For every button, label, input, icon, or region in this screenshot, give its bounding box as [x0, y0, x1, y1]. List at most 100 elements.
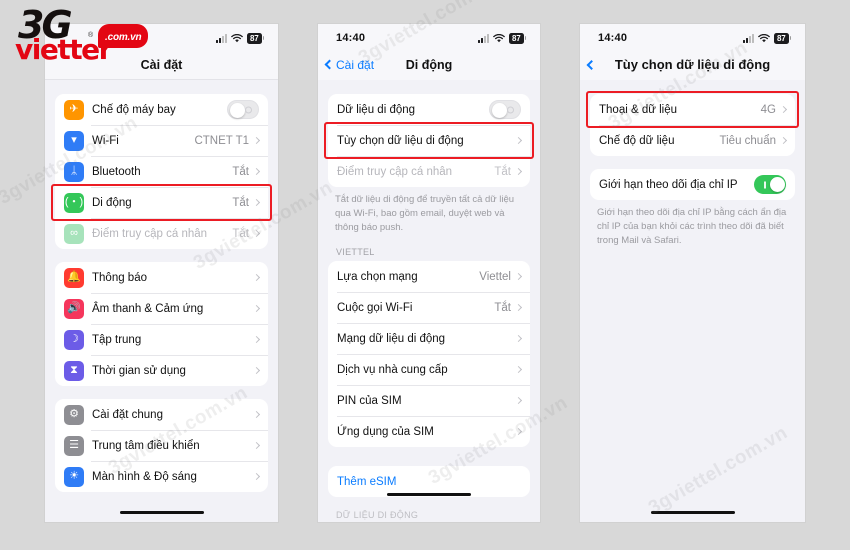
toggle-switch[interactable]	[489, 100, 521, 119]
chevron-right-icon	[514, 167, 523, 176]
list-item[interactable]: Ứng dụng của SIM	[328, 416, 530, 447]
row-label: Tùy chọn dữ liệu di động	[337, 134, 464, 147]
list-item[interactable]: ✈ Chế độ máy bay	[55, 94, 268, 125]
chevron-right-icon	[252, 304, 261, 313]
status-bar: 14:40 87	[318, 24, 540, 50]
wifi-icon	[758, 33, 770, 42]
group-footnote: Tắt dữ liệu di động để truyền tất cả dữ …	[335, 194, 515, 233]
general-gear-icon: ⚙	[64, 404, 84, 425]
chevron-left-icon	[324, 59, 335, 70]
chevron-left-icon	[586, 59, 597, 70]
wifi-icon: ▾	[64, 130, 84, 151]
chevron-right-icon	[514, 428, 523, 436]
settings-group: Thoại & dữ liệu 4G Chế độ dữ liệu Tiêu c…	[590, 94, 795, 156]
list-item[interactable]: Tùy chọn dữ liệu di động	[328, 125, 530, 156]
settings-group: Giới hạn theo dõi địa chỉ IP	[590, 169, 795, 200]
row-label: Tập trung	[92, 333, 142, 346]
row-value: Viettel	[479, 270, 511, 283]
settings-list: ✈ Chế độ máy bay ▾ Wi-Fi CTNET T1 ᛦ Blue…	[45, 80, 278, 522]
battery-icon: 87	[774, 32, 789, 44]
list-item[interactable]: Thoại & dữ liệu 4G	[590, 94, 795, 125]
home-indicator	[387, 492, 471, 496]
list-item[interactable]: 🔔 Thông báo	[55, 262, 268, 293]
logo-bubble-text: .com.vn	[105, 32, 142, 43]
settings-group: ⚙ Cài đặt chung ☰ Trung tâm điều khiển ☀…	[55, 399, 268, 492]
sound-icon: 🔊	[64, 298, 84, 319]
list-item[interactable]: ⚙ Cài đặt chung	[55, 399, 268, 430]
wifi-icon	[493, 33, 505, 42]
chevron-right-icon	[252, 335, 261, 344]
wifi-icon	[231, 33, 243, 42]
list-item[interactable]: Mạng dữ liệu di động	[328, 323, 530, 354]
status-bar: 14:40 87	[580, 24, 805, 50]
list-item[interactable]: ⧗ Thời gian sử dụng	[55, 355, 268, 386]
row-label: Bluetooth	[92, 165, 141, 178]
row-label: Âm thanh & Cảm ứng	[92, 302, 204, 315]
row-value: 4G	[760, 103, 776, 116]
chevron-right-icon	[252, 229, 261, 238]
list-item[interactable]: Điểm truy cập cá nhân Tắt	[328, 156, 530, 187]
phone-screen-cellular: 14:40 87 Cài đặt Di động Dữ liệu di động…	[318, 24, 540, 522]
chevron-right-icon	[514, 366, 523, 374]
screenshot-canvas: 3gviettel.com.vn 3gviettel.com.vn 3gviet…	[0, 0, 850, 550]
row-label: Điểm truy cập cá nhân	[92, 227, 208, 240]
chevron-right-icon	[252, 273, 261, 282]
nav-bar: Cài đặt Di động	[318, 50, 540, 80]
row-value: Tắt	[494, 165, 511, 178]
row-label: Thông báo	[92, 271, 147, 284]
row-label: Thời gian sử dụng	[92, 364, 186, 377]
group-footnote: Giới hạn theo dõi địa chỉ IP bằng cách ẩ…	[597, 207, 787, 246]
list-item[interactable]: Dịch vụ nhà cung cấp	[328, 354, 530, 385]
list-item[interactable]: PIN của SIM	[328, 385, 530, 416]
list-item[interactable]: ☽ Tập trung	[55, 324, 268, 355]
row-label: Chế độ máy bay	[92, 103, 176, 116]
row-value: Tắt	[232, 196, 249, 209]
row-label: PIN của SIM	[337, 394, 402, 407]
list-item[interactable]: Dữ liệu di động	[328, 94, 530, 125]
section-header: DỮ LIỆU DI ĐỘNG	[336, 510, 419, 521]
status-time: 14:40	[336, 32, 366, 44]
list-item[interactable]: Lựa chọn mạng Viettel	[328, 261, 530, 292]
page-title: Di động	[405, 57, 453, 72]
list-item[interactable]: (・) Di động Tắt	[55, 187, 268, 218]
list-item[interactable]: 🔊 Âm thanh & Cảm ứng	[55, 293, 268, 324]
list-item[interactable]: ☀ Màn hình & Độ sáng	[55, 461, 268, 492]
settings-group: 🔔 Thông báo 🔊 Âm thanh & Cảm ứng ☽ Tập t…	[55, 262, 268, 386]
home-indicator	[119, 510, 204, 514]
row-label: Giới hạn theo dõi địa chỉ IP	[599, 178, 738, 191]
data-options-list: Thoại & dữ liệu 4G Chế độ dữ liệu Tiêu c…	[580, 80, 805, 522]
section-header: VIETTEL	[336, 247, 375, 258]
list-item[interactable]: ∞ Điểm truy cập cá nhân Tắt	[55, 218, 268, 249]
chevron-right-icon	[514, 136, 523, 145]
screen-time-icon: ⧗	[64, 360, 84, 381]
list-item[interactable]: ᛦ Bluetooth Tắt	[55, 156, 268, 187]
list-item[interactable]: ☰ Trung tâm điều khiển	[55, 430, 268, 461]
row-label: Dữ liệu di động	[337, 103, 416, 116]
chevron-right-icon	[252, 167, 261, 176]
control-center-icon: ☰	[64, 435, 84, 456]
chevron-right-icon	[779, 136, 788, 145]
row-label: Di động	[92, 196, 132, 209]
row-label: Lựa chọn mạng	[337, 270, 418, 283]
chevron-right-icon	[252, 366, 261, 375]
notifications-icon: 🔔	[64, 267, 84, 288]
list-item[interactable]: Cuộc gọi Wi-Fi Tắt	[328, 292, 530, 323]
settings-group: ✈ Chế độ máy bay ▾ Wi-Fi CTNET T1 ᛦ Blue…	[55, 94, 268, 249]
page-title: Tùy chọn dữ liệu di động	[614, 57, 771, 72]
list-item[interactable]: Chế độ dữ liệu Tiêu chuẩn	[590, 125, 795, 156]
settings-group: Lựa chọn mạng Viettel Cuộc gọi Wi-Fi Tắt…	[328, 261, 530, 448]
phone-screen-cellular-data-options: 14:40 87 Tùy chọn dữ liệu di động Thoại …	[580, 24, 805, 522]
list-item[interactable]: ▾ Wi-Fi CTNET T1	[55, 125, 268, 156]
chevron-right-icon	[252, 472, 261, 481]
back-label: Cài đặt	[336, 57, 375, 72]
row-value: Tắt	[232, 165, 249, 178]
cellular-icon: (・)	[64, 192, 84, 213]
back-button[interactable]: Cài đặt	[324, 57, 375, 72]
battery-icon: 87	[247, 32, 262, 44]
list-item[interactable]: Giới hạn theo dõi địa chỉ IP	[590, 169, 795, 200]
chevron-right-icon	[514, 397, 523, 405]
back-button[interactable]	[586, 59, 598, 70]
toggle-switch[interactable]	[754, 175, 786, 194]
airplane-icon: ✈	[64, 99, 84, 120]
toggle-switch[interactable]	[227, 100, 259, 119]
